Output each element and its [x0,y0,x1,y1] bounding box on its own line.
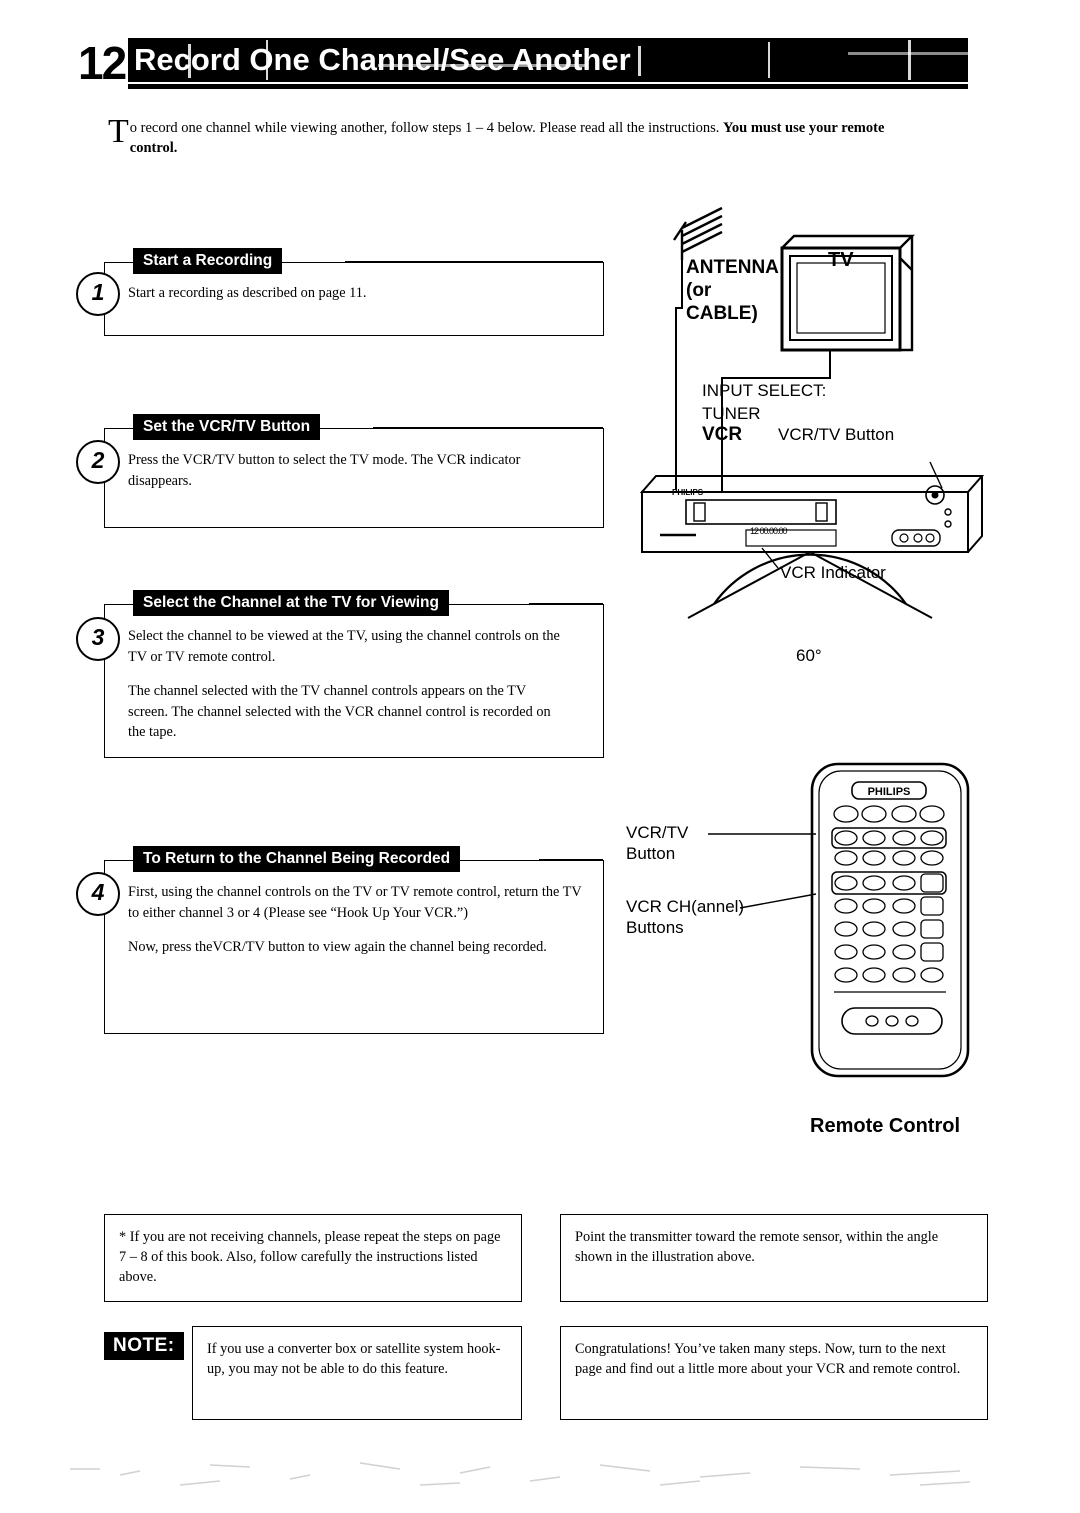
input-select-label: INPUT SELECT: [702,381,827,400]
remote-control-icon: PHILIPS [810,762,970,1078]
step-1-title: Start a Recording [133,248,283,274]
input-select-vcr: VCR [702,424,743,445]
print-artifact [378,64,588,67]
step-3-title-rule [529,603,603,605]
step-2-title: Set the VCR/TV Button [133,414,321,440]
page-title: Record One Channel/See Another [134,42,631,77]
page: 12 Record One Channel/See Another To rec… [0,0,1080,1513]
tv-label: TV [828,249,854,271]
antenna-label-line-1: ANTENNA [686,257,779,278]
input-select-tuner: TUNER [702,404,761,423]
vcr-indicator-label: VCR Indicator [780,563,886,582]
header-underline [128,84,968,89]
ir-angle-label: 60° [796,646,822,665]
note-box-star: * If you are not receiving channels, ple… [104,1214,522,1302]
step-1-paragraph-1: Start a recording as described on page 1… [128,285,367,301]
svg-text:PHILIPS: PHILIPS [868,786,911,798]
note-congrats-text: Congratulations! You’ve taken many steps… [575,1341,961,1377]
callout-ch-line-1: VCR CH(annel) [626,897,745,916]
callout-vcrtv-line-2: Button [626,844,676,863]
note-box-congrats: Congratulations! You’ve taken many steps… [560,1326,988,1420]
print-artifact [638,46,641,76]
print-artifact [768,42,770,78]
page-number: 12 [78,37,127,89]
step-4-paragraph-2: Now, press theVCR/TV button to view agai… [128,939,547,955]
step-box-1: Start a Recording Start a recording as d… [104,248,604,336]
note-box-converter: If you use a converter box or satellite … [192,1326,522,1420]
step-4-body: First, using the channel controls on the… [128,882,583,958]
antenna-label-line-2: (or [686,280,712,301]
step-2-title-rule [373,427,603,429]
step-1-title-rule [345,261,603,263]
note-box-transmitter: Point the transmitter toward the remote … [560,1214,988,1302]
intro-paragraph: To record one channel while viewing anot… [108,113,928,158]
print-artifact [848,52,988,55]
print-artifact [266,40,268,80]
print-artifact [908,40,911,80]
intro-text-1: o record one channel while viewing anoth… [129,120,476,136]
step-2-paragraph-1: Press the VCR/TV button to select the TV… [128,452,521,489]
vcrtv-button-label: VCR/TV Button [778,425,895,444]
note-transmitter-text: Point the transmitter toward the remote … [575,1229,939,1265]
callout-ch-line-2: Buttons [626,918,684,937]
step-2-body: Press the VCR/TV button to select the TV… [128,450,578,491]
step-1-number: 1 [76,272,120,316]
intro-text-2: 4 below. Please read all the instruction… [483,120,724,136]
step-3-title: Select the Channel at the TV for Viewing [133,590,449,616]
illustration-area: ANTENNA (or CABLE) TV INPUT SELECT: TUNE… [626,200,1010,1160]
antenna-cable [675,260,683,490]
step-3-paragraph-2: The channel selected with the TV channel… [128,683,551,740]
step-3-body: Select the channel to be viewed at the T… [128,626,568,743]
step-box-2: Set the VCR/TV Button Press the VCR/TV b… [104,414,604,528]
step-3-paragraph-1: Select the channel to be viewed at the T… [128,628,560,665]
vcr-brand-label: PHILIPS [672,488,704,497]
remote-control-caption: Remote Control [810,1115,960,1137]
callout-vcrtv-line-1: VCR/TV [626,823,689,842]
note-star-text: * If you are not receiving channels, ple… [119,1229,501,1285]
step-4-number: 4 [76,872,120,916]
antenna-icon [673,206,723,260]
step-2-number: 2 [76,440,120,484]
step-box-3: Select the Channel at the TV for Viewing… [104,590,604,758]
antenna-label-line-3: CABLE) [686,303,758,324]
note-tag-badge: NOTE: [104,1332,184,1360]
step-1-body: Start a recording as described on page 1… [128,283,568,304]
vcr-display-text: 12 00.00.00 [750,526,788,536]
step-4-title-rule [539,859,603,861]
step-4-paragraph-1: First, using the channel controls on the… [128,884,582,921]
step-4-title: To Return to the Channel Being Recorded [133,846,461,872]
print-artifact [188,44,191,78]
note-converter-text: If you use a converter box or satellite … [207,1341,501,1377]
intro-dropcap: T [108,113,129,150]
step-box-4: To Return to the Channel Being Recorded … [104,846,604,1034]
step-3-number: 3 [76,617,120,661]
page-header: 12 Record One Channel/See Another [78,34,988,92]
scan-artifact [70,1462,971,1486]
